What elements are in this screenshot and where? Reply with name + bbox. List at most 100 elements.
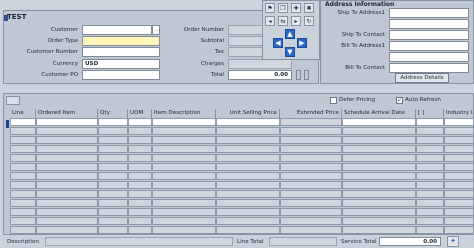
grid-cell[interactable]	[36, 181, 98, 189]
grid-cell[interactable]	[342, 118, 416, 126]
grid-cell[interactable]	[152, 127, 216, 135]
grid-cell[interactable]	[98, 163, 128, 171]
grid-cell[interactable]	[416, 208, 444, 216]
arrow-up-icon[interactable]: ▲	[285, 29, 295, 39]
grid-cell[interactable]	[444, 181, 474, 189]
grid-cell[interactable]	[280, 127, 342, 135]
grid-cell[interactable]	[98, 136, 128, 144]
grid-cell[interactable]	[98, 226, 128, 234]
grid-cell[interactable]	[444, 163, 474, 171]
grid-cell[interactable]	[280, 199, 342, 207]
grid-cell[interactable]	[10, 118, 36, 126]
grid-cell[interactable]	[152, 217, 216, 225]
order-number-field[interactable]	[228, 25, 264, 35]
bill-to-address-field[interactable]	[389, 41, 469, 51]
grid-cell[interactable]	[128, 136, 152, 144]
grid-cell[interactable]	[152, 172, 216, 180]
grid-cell[interactable]	[342, 199, 416, 207]
grid-cell[interactable]	[342, 190, 416, 198]
customer-number-field[interactable]	[82, 47, 160, 57]
split-icon[interactable]: ⇆	[278, 16, 288, 26]
grid-cell[interactable]	[152, 208, 216, 216]
grid-cell[interactable]	[10, 154, 36, 162]
grid-cell[interactable]	[98, 172, 128, 180]
grid-cell[interactable]	[444, 217, 474, 225]
grid-cell[interactable]	[280, 190, 342, 198]
grid-cell[interactable]	[152, 163, 216, 171]
grid-cell[interactable]	[36, 136, 98, 144]
grid-cell[interactable]	[216, 145, 280, 153]
grid-cell[interactable]	[216, 190, 280, 198]
grid-cell[interactable]	[416, 163, 444, 171]
refresh-icon[interactable]: ↻	[304, 16, 314, 26]
grid-cell[interactable]	[10, 226, 36, 234]
grid-cell[interactable]	[444, 154, 474, 162]
grid-cell[interactable]	[216, 208, 280, 216]
grid-cell[interactable]	[416, 172, 444, 180]
grid-cell[interactable]	[342, 181, 416, 189]
grid-cell[interactable]	[128, 190, 152, 198]
grid-cell[interactable]	[342, 208, 416, 216]
grid-cell[interactable]	[152, 226, 216, 234]
grid-cell[interactable]	[98, 217, 128, 225]
grid-cell[interactable]	[280, 217, 342, 225]
grid-cell[interactable]	[280, 208, 342, 216]
grid-cell[interactable]	[444, 118, 474, 126]
grid-cell[interactable]	[416, 118, 444, 126]
grid-cell[interactable]	[280, 163, 342, 171]
grid-cell[interactable]	[128, 181, 152, 189]
grid-cell[interactable]	[36, 154, 98, 162]
grid-cell[interactable]	[128, 127, 152, 135]
grid-cell[interactable]	[10, 136, 36, 144]
grid-cell[interactable]	[98, 199, 128, 207]
grid-cell[interactable]	[216, 181, 280, 189]
address-details-button[interactable]: Address Details	[395, 73, 449, 83]
grid-cell[interactable]	[416, 226, 444, 234]
ship-to-address-field[interactable]	[389, 8, 469, 18]
grid-cell[interactable]	[98, 208, 128, 216]
arrow-down-icon[interactable]: ▼	[285, 47, 295, 57]
grid-cell[interactable]	[342, 163, 416, 171]
grid-cell[interactable]	[10, 145, 36, 153]
grid-cell[interactable]	[152, 199, 216, 207]
grid-cell[interactable]	[444, 145, 474, 153]
grid-cell[interactable]	[216, 199, 280, 207]
grid-cell[interactable]	[152, 181, 216, 189]
grid-cell[interactable]	[128, 208, 152, 216]
grid-cell[interactable]	[342, 127, 416, 135]
grid-cell[interactable]	[36, 199, 98, 207]
grid-cell[interactable]	[280, 226, 342, 234]
grid-cell[interactable]	[416, 136, 444, 144]
grid-cell[interactable]	[416, 217, 444, 225]
grid-cell[interactable]	[128, 199, 152, 207]
grid-cell[interactable]	[128, 154, 152, 162]
grid-cell[interactable]	[416, 199, 444, 207]
grid-cell[interactable]	[342, 145, 416, 153]
book-icon[interactable]: ⚑	[265, 3, 275, 13]
grid-cell[interactable]	[10, 190, 36, 198]
grid-cell[interactable]	[342, 226, 416, 234]
promo-icon[interactable]: ✚	[291, 3, 301, 13]
ship-to-address-line2[interactable]	[389, 19, 469, 29]
grid-cell[interactable]	[216, 154, 280, 162]
grid-cell[interactable]	[280, 145, 342, 153]
grid-cell[interactable]	[280, 172, 342, 180]
grid-cell[interactable]	[280, 136, 342, 144]
grid-cell[interactable]	[128, 226, 152, 234]
defer-pricing-checkbox[interactable]	[330, 97, 337, 104]
grid-cell[interactable]	[128, 163, 152, 171]
grid-cell[interactable]	[444, 172, 474, 180]
grid-cell[interactable]	[152, 190, 216, 198]
grid-cell[interactable]	[216, 172, 280, 180]
grid-cell[interactable]	[216, 118, 280, 126]
copy-icon[interactable]: ❐	[278, 3, 288, 13]
grid-cell[interactable]	[280, 154, 342, 162]
grid-cell[interactable]	[216, 217, 280, 225]
grid-cell[interactable]	[98, 145, 128, 153]
grid-cell[interactable]	[342, 136, 416, 144]
prev-icon[interactable]: ◂	[265, 16, 275, 26]
grid-cell[interactable]	[444, 226, 474, 234]
grid-cell[interactable]	[152, 118, 216, 126]
grid-cell[interactable]	[10, 172, 36, 180]
grid-cell[interactable]	[10, 199, 36, 207]
